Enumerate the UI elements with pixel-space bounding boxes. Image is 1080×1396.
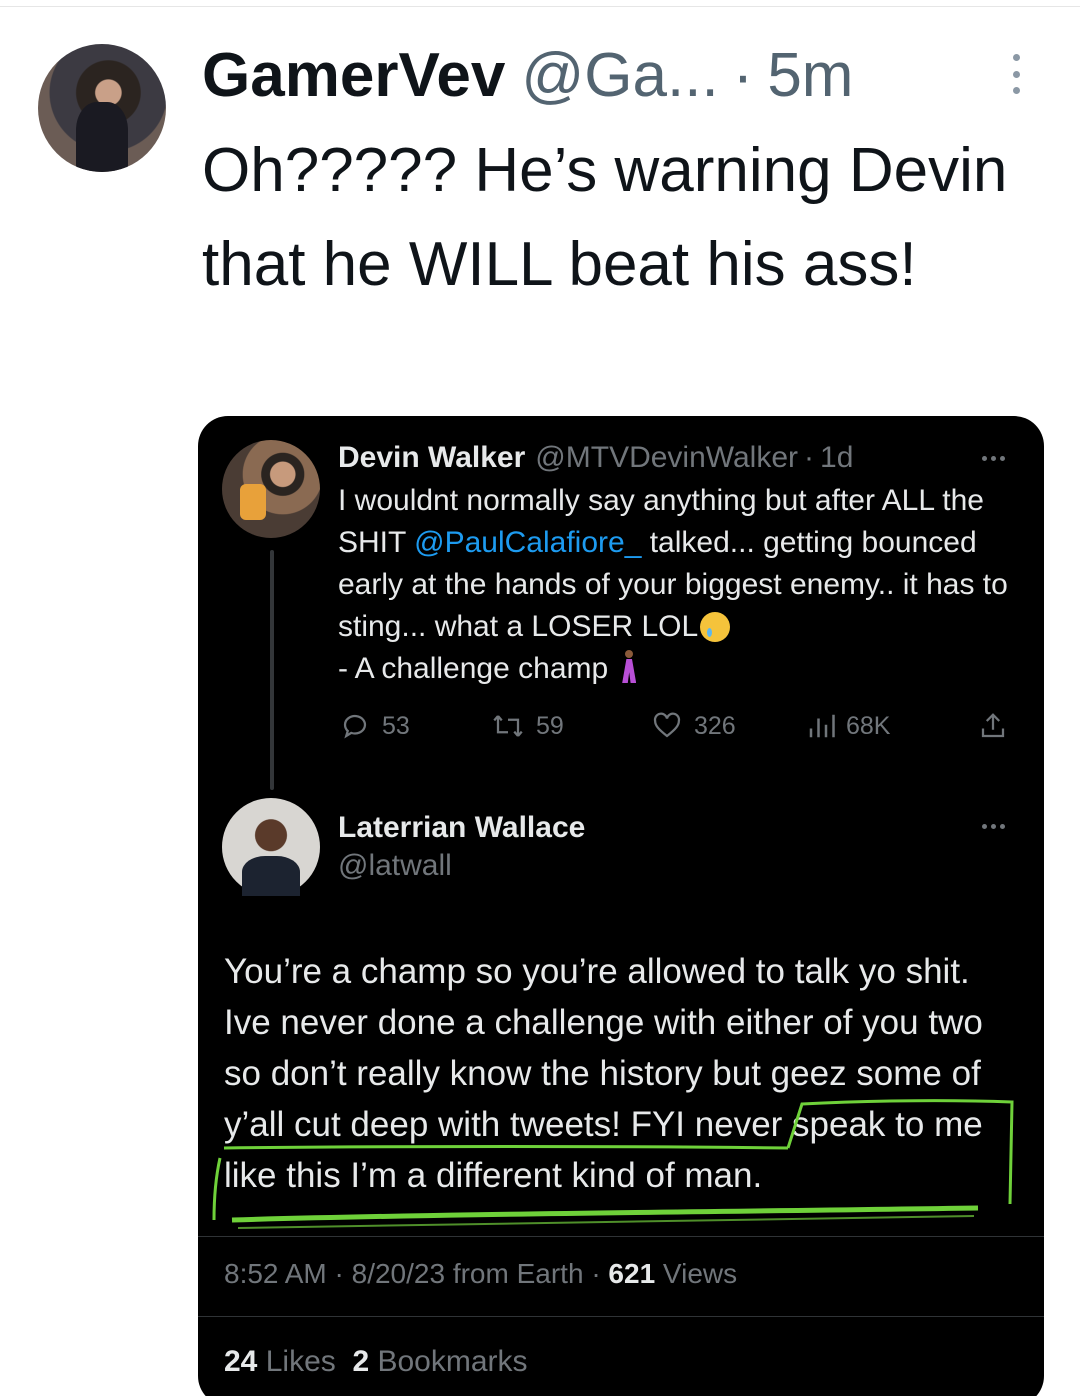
share-icon [981,713,1005,738]
mention-link: @PaulCalafiore_ [414,526,642,559]
post-source: from Earth [452,1258,584,1289]
display-name: Laterrian Wallace [338,811,586,844]
retweet-action: 59 [490,706,564,746]
divider [198,1236,1044,1237]
tweet-header: Devin Walker @MTVDevinWalker · 1d [338,438,853,478]
tweet-text-part: - A challenge champ [338,652,609,685]
timestamp[interactable]: 5m [767,40,853,112]
avatar [222,440,320,538]
analytics-icon [809,714,835,738]
dancing-man-icon [618,650,640,684]
handle: @latwall [338,849,452,882]
engagement-stats: 24 Likes 2 Bookmarks [224,1342,528,1382]
share-action [978,706,1008,746]
action-bar: 53 59 326 68K [338,706,1018,746]
tweet-text: I wouldnt normally say anything but afte… [338,480,1018,690]
retweet-icon [493,715,523,737]
crying-face-icon [700,612,731,642]
top-divider [0,6,1080,7]
avatar [222,798,320,896]
reply-count: 53 [382,711,410,740]
views-count: 68K [846,711,891,740]
divider [198,1316,1044,1317]
post-date: 8/20/23 [351,1258,446,1289]
post-time: 8:52 AM [224,1258,327,1289]
embedded-screenshot[interactable]: Devin Walker @MTVDevinWalker · 1d I woul… [198,416,1044,1396]
separator-dot: · [334,1258,344,1289]
tweet-header: GamerVev @Ga... · 5m [202,40,853,112]
display-name[interactable]: GamerVev [202,40,505,112]
like-count: 326 [694,711,736,740]
separator-dot: · [732,41,754,110]
display-name: Devin Walker [338,441,526,474]
views-label: Views [662,1258,738,1289]
more-options-icon [982,456,1005,461]
more-options-icon [982,824,1005,829]
separator-dot: · [591,1258,601,1289]
avatar[interactable] [38,44,166,172]
separator-dot: · [804,441,815,474]
timestamp: 1d [820,441,854,474]
bookmarks-count: 2 [352,1345,370,1378]
handle[interactable]: @Ga... [521,40,718,112]
tweet-text: You’re a champ so you’re allowed to talk… [224,952,983,1195]
tweet-metadata: 8:52 AM · 8/20/23 from Earth · 621 Views [224,1254,737,1294]
tweet-text: Oh????? He’s warning Devin that he WILL … [202,136,1008,299]
likes-label: Likes [265,1345,336,1378]
views-count: 621 [608,1258,656,1289]
reply-action: 53 [338,706,410,746]
bookmarks-label: Bookmarks [377,1345,528,1378]
likes-count: 24 [224,1345,258,1378]
views-action: 68K [806,706,890,746]
like-action: 326 [650,706,736,746]
handle: @MTVDevinWalker [535,441,799,474]
more-options-icon[interactable] [1008,54,1024,94]
retweet-count: 59 [536,711,564,740]
heart-icon [653,712,681,738]
reply-icon [343,714,367,739]
thread-line [270,550,274,790]
